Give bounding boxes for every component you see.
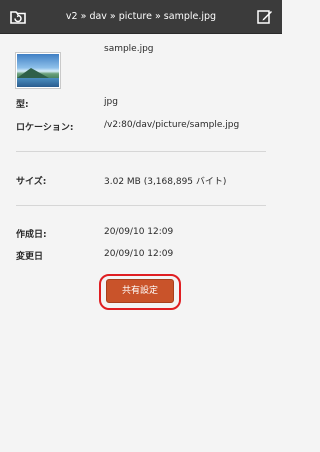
edit-icon[interactable]	[256, 8, 273, 25]
created-value: 20/09/10 12:09	[104, 227, 174, 237]
size-value: 3.02 MB (3,168,895 バイト)	[104, 177, 227, 187]
thumbnail-water	[17, 78, 59, 87]
divider	[16, 151, 266, 152]
path-title: v2 » dav » picture » sample.jpg	[65, 11, 217, 22]
thumbnail-mountain	[17, 68, 49, 78]
location-label: ロケーション:	[16, 123, 74, 133]
modified-value: 20/09/10 12:09	[104, 249, 174, 259]
type-label: 型:	[16, 100, 29, 110]
image-thumbnail	[16, 53, 60, 88]
file-details-panel: sample.jpg 型: jpg ロケーション: /v2:80/dav/pic…	[0, 34, 282, 452]
share-settings-button[interactable]: 共有設定	[106, 279, 174, 303]
modified-label: 変更日	[16, 252, 44, 262]
size-label: サイズ:	[16, 177, 47, 187]
file-name: sample.jpg	[104, 44, 154, 54]
type-value: jpg	[104, 97, 118, 107]
location-value: /v2:80/dav/picture/sample.jpg	[104, 120, 240, 130]
top-bar: v2 » dav » picture » sample.jpg	[0, 0, 282, 34]
divider	[16, 205, 266, 206]
back-folder-icon[interactable]	[9, 8, 27, 26]
created-label: 作成日:	[16, 230, 47, 240]
